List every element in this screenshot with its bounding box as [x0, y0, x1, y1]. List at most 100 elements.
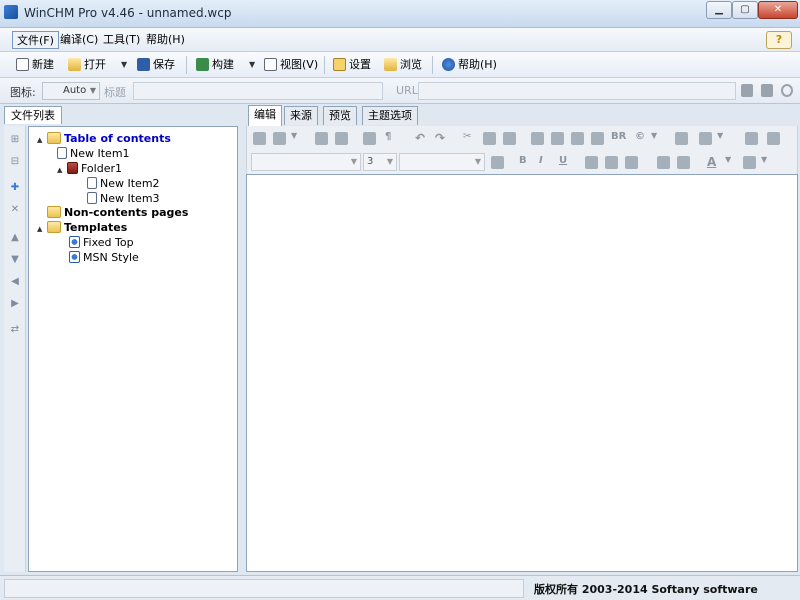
- view-button[interactable]: 视图(V): [264, 55, 318, 75]
- build-button[interactable]: 构建: [196, 55, 234, 75]
- show-blocks-icon[interactable]: [363, 132, 376, 145]
- page-properties-icon[interactable]: [741, 84, 753, 97]
- edit-dropdown-icon[interactable]: ▼: [291, 131, 297, 140]
- title-field[interactable]: [133, 82, 383, 100]
- table-icon[interactable]: [675, 132, 688, 145]
- align-right-icon[interactable]: [625, 156, 638, 169]
- delete-icon[interactable]: ✕: [9, 204, 21, 216]
- tab-file-list[interactable]: 文件列表: [4, 106, 62, 124]
- tab-source[interactable]: 来源: [284, 106, 318, 125]
- numbered-list-icon[interactable]: [657, 156, 670, 169]
- tree-node-msn-style[interactable]: MSN Style: [69, 250, 139, 265]
- settings-button[interactable]: 设置: [333, 55, 371, 75]
- move-right-icon[interactable]: ▶: [9, 298, 21, 310]
- open-dropdown-icon[interactable]: ▼: [121, 55, 127, 75]
- build-icon: [196, 58, 209, 71]
- add-icon[interactable]: ✚: [9, 182, 21, 194]
- edit-icon[interactable]: [273, 132, 286, 145]
- help-question-icon[interactable]: ?: [766, 31, 792, 49]
- collapse-toggle-icon[interactable]: ▲: [37, 222, 47, 237]
- indent-icon[interactable]: [767, 132, 780, 145]
- anchor-icon[interactable]: [571, 132, 584, 145]
- image-icon[interactable]: [531, 132, 544, 145]
- outdent-icon[interactable]: [745, 132, 758, 145]
- symbol-dropdown-icon[interactable]: ▼: [651, 131, 657, 140]
- font-family-select[interactable]: ▼: [251, 153, 361, 171]
- align-center-icon[interactable]: [605, 156, 618, 169]
- media-icon[interactable]: [551, 132, 564, 145]
- tree-node-fixed-top[interactable]: Fixed Top: [69, 235, 134, 250]
- tree-node-templates[interactable]: ▲ Templates: [37, 220, 127, 235]
- tree-node-folder1[interactable]: ▲ Folder1: [57, 161, 122, 176]
- icon-select-value: Auto: [63, 85, 87, 96]
- menu-help[interactable]: 帮助(H): [142, 31, 189, 49]
- menu-compile[interactable]: 编译(C): [56, 31, 102, 49]
- main-toolbar: 新建 打开 ▼ 保存 构建 ▼ 视图(V) 设置 浏览 帮助(H): [0, 52, 800, 78]
- highlight-dropdown-icon[interactable]: ▼: [761, 155, 767, 164]
- tree-node-new-item3[interactable]: New Item3: [87, 191, 160, 206]
- spellcheck-icon[interactable]: [315, 132, 328, 145]
- redo-icon[interactable]: ↷: [435, 131, 445, 145]
- link-icon[interactable]: [591, 132, 604, 145]
- clear-icon[interactable]: [781, 84, 793, 97]
- tree-node-toc[interactable]: ▲ Table of contents: [37, 131, 171, 146]
- line-break-icon[interactable]: BR: [611, 131, 626, 142]
- copyright-status: 版权所有 2003-2014 Softany software: [534, 583, 758, 596]
- undo-icon[interactable]: ↶: [415, 131, 425, 145]
- browse-button[interactable]: 浏览: [384, 55, 422, 75]
- font-color-dropdown-icon[interactable]: ▼: [725, 155, 731, 164]
- form-dropdown-icon[interactable]: ▼: [717, 131, 723, 140]
- menu-file[interactable]: 文件(F): [12, 31, 59, 49]
- collapse-toggle-icon[interactable]: ▲: [37, 133, 47, 148]
- clear-format-icon[interactable]: [491, 156, 504, 169]
- move-left-icon[interactable]: ◀: [9, 276, 21, 288]
- icon-select[interactable]: Auto ▼: [42, 82, 100, 100]
- underline-icon[interactable]: U: [559, 155, 567, 166]
- build-dropdown-icon[interactable]: ▼: [249, 55, 255, 75]
- save-button[interactable]: 保存: [137, 55, 175, 75]
- tree-node-non-contents[interactable]: Non-contents pages: [47, 205, 188, 220]
- cut-icon[interactable]: ✂: [463, 131, 471, 142]
- bullet-list-icon[interactable]: [677, 156, 690, 169]
- menu-tools[interactable]: 工具(T): [99, 31, 144, 49]
- form-icon[interactable]: [699, 132, 712, 145]
- align-left-icon[interactable]: [585, 156, 598, 169]
- sort-icon[interactable]: ⇄: [9, 324, 21, 336]
- editor-canvas[interactable]: [246, 174, 798, 572]
- settings-label: 设置: [349, 58, 371, 71]
- tree-node-new-item2[interactable]: New Item2: [87, 176, 160, 191]
- tab-edit[interactable]: 编辑: [248, 105, 282, 126]
- open-button[interactable]: 打开: [68, 55, 106, 75]
- title-bar: WinCHM Pro v4.46 - unnamed.wcp ▁ ▢ ✕: [0, 0, 800, 28]
- flag-icon[interactable]: [761, 84, 773, 97]
- paragraph-mark-icon[interactable]: ¶: [385, 131, 391, 142]
- italic-icon[interactable]: I: [539, 155, 543, 166]
- copy-icon[interactable]: [483, 132, 496, 145]
- move-up-icon[interactable]: ▲: [9, 232, 21, 244]
- minimize-button[interactable]: ▁: [706, 1, 732, 19]
- toolbar-separator: [186, 56, 187, 74]
- font-color-icon[interactable]: A: [707, 155, 716, 169]
- add-subtopic-icon[interactable]: ⊟: [9, 156, 21, 168]
- new-button[interactable]: 新建: [16, 55, 54, 75]
- page-icon: [57, 147, 67, 159]
- font-size-select[interactable]: 3 ▼: [363, 153, 397, 171]
- url-field[interactable]: [418, 82, 736, 100]
- close-button[interactable]: ✕: [758, 1, 798, 19]
- maximize-button[interactable]: ▢: [732, 1, 758, 19]
- copyright-icon[interactable]: ©: [635, 131, 645, 142]
- move-down-icon[interactable]: ▼: [9, 254, 21, 266]
- add-topic-icon[interactable]: ⊞: [9, 134, 21, 146]
- tab-topic-options[interactable]: 主题选项: [362, 106, 418, 125]
- save-icon[interactable]: [253, 132, 266, 145]
- tab-preview[interactable]: 预览: [323, 106, 357, 125]
- tree-node-new-item1[interactable]: New Item1: [57, 146, 130, 161]
- paste-icon[interactable]: [503, 132, 516, 145]
- find-icon[interactable]: [335, 132, 348, 145]
- highlight-icon[interactable]: [743, 156, 756, 169]
- style-select[interactable]: ▼: [399, 153, 485, 171]
- help-button[interactable]: 帮助(H): [442, 55, 497, 75]
- collapse-toggle-icon[interactable]: ▲: [57, 163, 67, 178]
- bold-icon[interactable]: B: [519, 155, 527, 166]
- toolbar-separator: [432, 56, 433, 74]
